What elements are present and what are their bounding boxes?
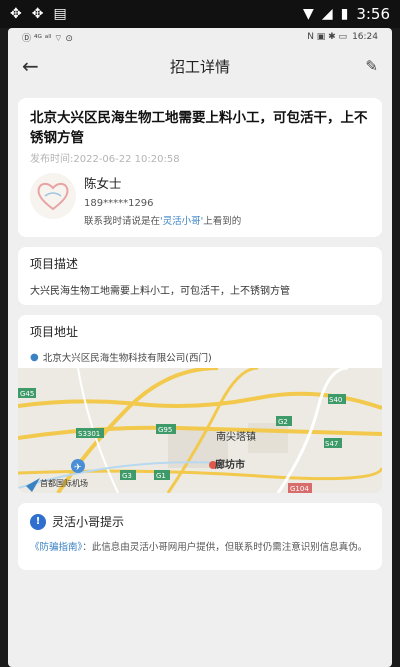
clock: 3:56	[356, 5, 390, 23]
map-label-g45: G45	[20, 390, 34, 398]
address-line[interactable]: ● 北京大兴区民海生物科技有限公司(西门)	[18, 350, 382, 365]
location-pin-icon: ●	[30, 351, 39, 363]
contact-block: 陈女士 189*****1296 联系我时请说是在'灵活小哥'上看到的	[30, 173, 370, 227]
map-label-s40: S40	[329, 396, 342, 404]
notice-body: 《防骗指南》：此信息由灵活小哥网用户提供，但联系时仍需注意识别信息真伪。	[30, 540, 370, 556]
back-arrow-icon[interactable]: ←	[22, 54, 39, 78]
map-label-g1: G1	[156, 472, 166, 480]
map-label-g104: G104	[290, 485, 309, 493]
wifi-icon: ▼	[303, 6, 314, 22]
address-title: 项目地址	[30, 325, 79, 339]
description-title: 项目描述	[30, 257, 79, 271]
tip-suffix: 上看到的	[203, 216, 242, 227]
map-label-airport: 首都国际机场	[40, 478, 88, 488]
map-label-g2: G2	[278, 418, 288, 426]
job-card: 北京大兴区民海生物工地需要上料小工，可包活干，上不锈钢方管 发布时间:2022-…	[18, 98, 382, 237]
notice-card: ! 灵活小哥提示 《防骗指南》：此信息由灵活小哥网用户提供，但联系时仍需注意识别…	[18, 503, 382, 570]
map-label-s3301: S3301	[78, 430, 100, 438]
description-card: 项目描述 大兴民海生物工地需要上料小工，可包活干，上不锈钢方管	[18, 247, 382, 305]
inner-status-bar: Ⓓ ⁴ᴳ ᵃˡˡ ⌔ ⊙ N ▣ ✱ ▭ 16:24	[8, 28, 392, 46]
tip-prefix: 联系我时请说是在	[84, 216, 161, 227]
notice-text: ：此信息由灵活小哥网用户提供，但联系时仍需注意识别信息真伪。	[82, 542, 368, 553]
map-graphic: G95 G3 G2 S40 S47 S3301 G104 G45 G1 南尖塔镇…	[18, 368, 382, 493]
map-label-s47: S47	[325, 440, 338, 448]
contact-name: 陈女士	[84, 176, 122, 191]
map-label-g95: G95	[158, 426, 172, 434]
location-map[interactable]: G95 G3 G2 S40 S47 S3301 G104 G45 G1 南尖塔镇…	[18, 368, 382, 493]
contact-tip: 联系我时请说是在'灵活小哥'上看到的	[84, 213, 241, 227]
notice-header: ! 灵活小哥提示	[30, 513, 370, 530]
notice-title: 灵活小哥提示	[52, 515, 125, 529]
heart-logo-icon	[37, 182, 69, 211]
app-screen: Ⓓ ⁴ᴳ ᵃˡˡ ⌔ ⊙ N ▣ ✱ ▭ 16:24 ← 招工详情 ✎ 北京大兴…	[8, 28, 392, 667]
info-icon: !	[30, 513, 46, 530]
job-title: 北京大兴区民海生物工地需要上料小工，可包活干，上不锈钢方管	[30, 110, 368, 146]
avatar	[30, 173, 76, 219]
nav-header: ← 招工详情 ✎	[8, 46, 392, 86]
address-card: 项目地址 ● 北京大兴区民海生物科技有限公司(西门) G95 G3 G2 S40…	[18, 315, 382, 493]
system-status-bar: ✥ ✥ ▤ ▼ ◢ ▮ 3:56	[0, 0, 400, 28]
signal-icon: ◢	[321, 6, 333, 22]
message-icon: ▤	[53, 6, 67, 22]
app-name-link: '灵活小哥'	[160, 216, 204, 227]
page-title: 招工详情	[169, 57, 230, 76]
inner-clock: 16:24	[352, 32, 378, 42]
inner-status-left: Ⓓ ⁴ᴳ ᵃˡˡ ⌔ ⊙	[22, 33, 73, 44]
inner-status-right: N ▣ ✱ ▭	[307, 32, 348, 42]
map-label-g3: G3	[122, 472, 132, 480]
edit-icon[interactable]: ✎	[365, 57, 378, 75]
map-label-nanjian: 南尖塔镇	[216, 430, 256, 443]
plane-icon: ✈	[74, 463, 82, 473]
app-logo-icon: ✥	[10, 6, 22, 22]
contact-phone[interactable]: 189*****1296	[84, 198, 241, 209]
battery-icon: ▮	[340, 6, 349, 22]
publish-time: 发布时间:2022-06-22 10:20:58	[30, 154, 180, 165]
description-body: 大兴民海生物工地需要上料小工，可包活干，上不锈钢方管	[30, 286, 290, 297]
app-logo-icon: ✥	[31, 6, 44, 22]
anti-fraud-guide-link[interactable]: 《防骗指南》	[30, 542, 82, 553]
map-label-langfang: 廊坊市	[215, 458, 245, 471]
address-text: 北京大兴区民海生物科技有限公司(西门)	[42, 353, 212, 364]
